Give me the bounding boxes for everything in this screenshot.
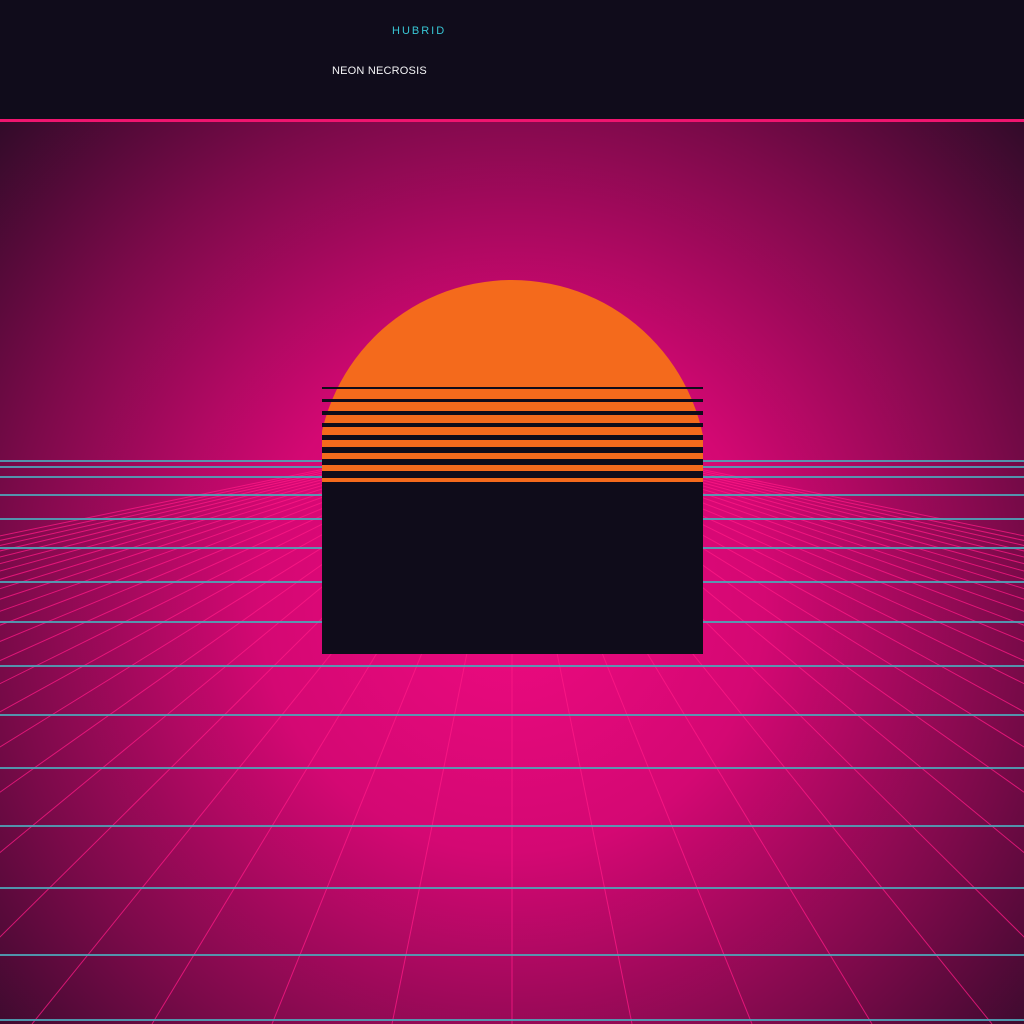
- artwork-canvas: [0, 122, 1024, 1024]
- dark-block: [322, 484, 703, 654]
- artwork: [0, 122, 1024, 1024]
- sun-stripe: [322, 387, 703, 389]
- header-bar: [0, 0, 1024, 119]
- sun-stripe: [322, 459, 703, 465]
- sun-stripe: [322, 399, 703, 402]
- sun-stripe: [322, 447, 703, 453]
- sun-stripe: [322, 423, 703, 427]
- album-title: NEON NECROSIS: [332, 65, 427, 77]
- sun-stripe: [322, 471, 703, 478]
- sun-stripe: [322, 411, 703, 415]
- sun-stripe: [322, 435, 703, 440]
- brand-label: HUBRID: [392, 25, 447, 37]
